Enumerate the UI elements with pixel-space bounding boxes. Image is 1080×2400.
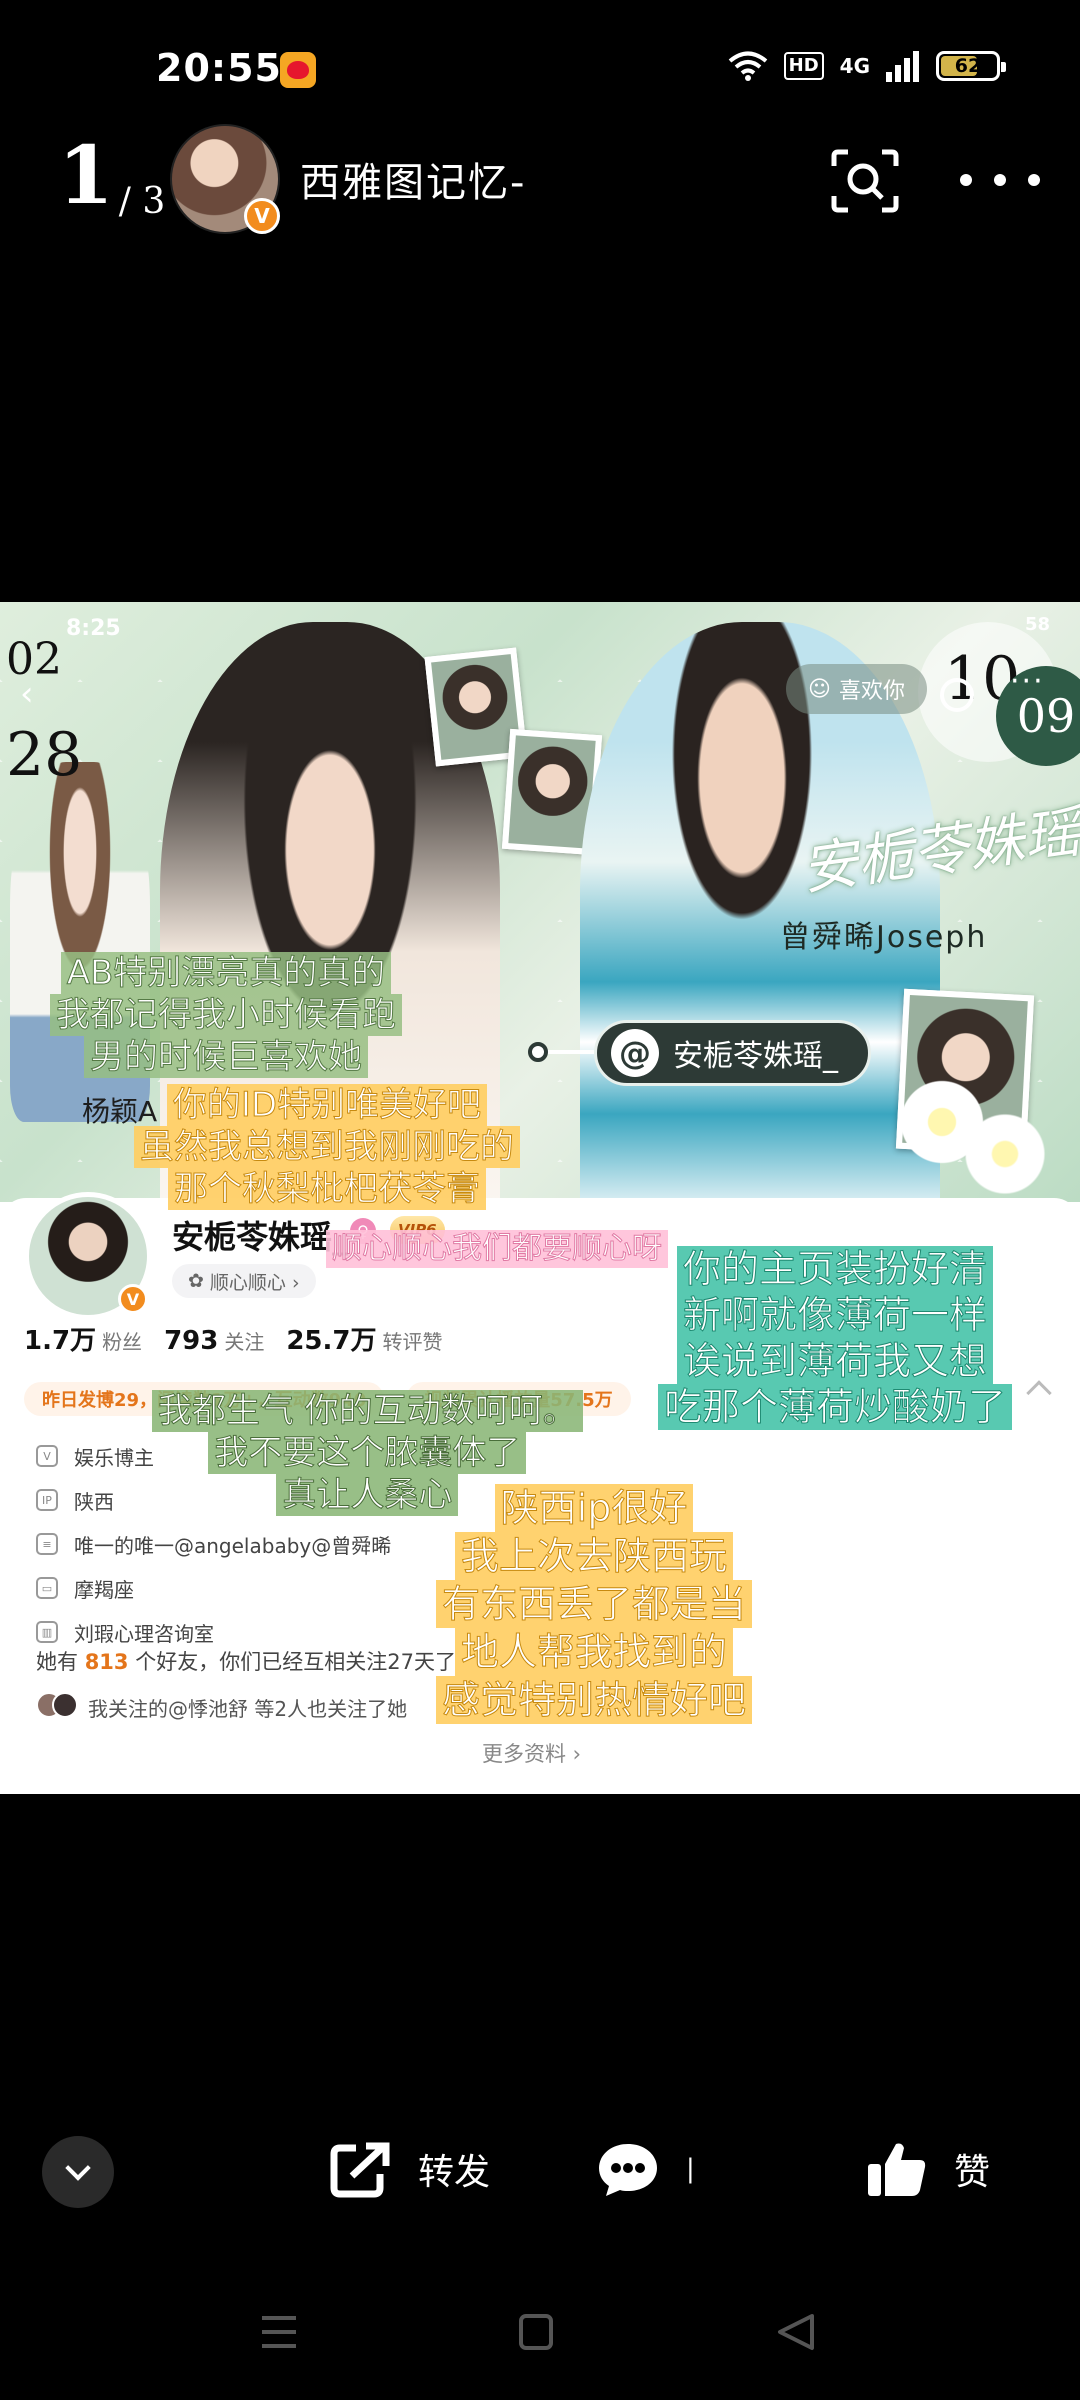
profile-sub-tag: ✿ 顺心顺心 › [172, 1264, 316, 1298]
mutual-follow-line: 我关注的@悸池舒 等2人也关注了她 [36, 1692, 407, 1723]
status-bar: 20:55 HD 4G 62 [0, 0, 1080, 140]
stat-fans: 1.7万 粉丝 [24, 1326, 143, 1356]
banner-time: 8:25 [66, 616, 121, 641]
status-time: 20:55 [156, 46, 282, 90]
image-search-icon[interactable] [830, 148, 900, 214]
banner-back-icon: ‹ [20, 674, 34, 714]
at-icon: @ [611, 1029, 659, 1077]
stat-engagement: 25.7万 转评赞 [286, 1326, 443, 1356]
calendar-icon: ▭ [36, 1577, 58, 1599]
ip-icon: IP [36, 1489, 58, 1511]
menu-nav-icon[interactable] [260, 2312, 298, 2352]
hd-badge: HD [783, 52, 824, 80]
profile-name: 安栀苓姝瑶_ [172, 1218, 349, 1256]
image-viewer-screen: 20:55 HD 4G 62 1 / 3 V 西雅图记忆- 8:25 58 02… [0, 0, 1080, 2400]
comment-button[interactable]: | [596, 2140, 695, 2198]
caption-shaanxi: 陕西ip很好 我上次去陕西玩 有东西丢了都是当 地人帮我找到的 感觉特别热情好吧 [436, 1484, 753, 1724]
banner-more-icon: ··· [1010, 664, 1045, 699]
page-total: / 3 [118, 181, 166, 222]
more-options-icon[interactable] [960, 160, 1040, 200]
post-image[interactable]: 8:25 58 02 ‹ 28 10 ☺ 喜欢你 09 ··· 安栀苓姝瑶 曾舜… [0, 602, 1080, 1794]
comment-label: | [686, 2154, 695, 2184]
collapse-button[interactable] [42, 2136, 114, 2208]
home-nav-icon[interactable] [518, 2312, 554, 2352]
banner-date-month: 02 [6, 634, 62, 685]
page-counter: 1 / 3 [58, 128, 165, 222]
info-row: ▭ 摩羯座 [36, 1566, 391, 1610]
clover-icon: ✿ [188, 1270, 204, 1292]
repost-label: 转发 [418, 2152, 491, 2193]
info-row: ≡ 唯一的唯一@angelababy@曾舜晞 [36, 1522, 391, 1566]
banner-handle-pill: @ 安栀苓姝瑶_ [594, 1020, 871, 1086]
mutual-avatars [36, 1692, 78, 1723]
comment-icon [599, 2144, 657, 2196]
thumbs-up-icon [868, 2143, 926, 2196]
like-label: 赞 [954, 2152, 991, 2193]
status-icons: HD 4G 62 [728, 50, 1006, 82]
banner-status-battery: 58 [1024, 614, 1050, 635]
caption-teal: 你的主页装扮好清 新啊就像薄荷一样 诶说到薄荷我又想 吃那个薄荷炒酸奶了 [658, 1246, 1013, 1430]
caption-pink: 顺心顺心我们都要顺心呀 [326, 1230, 668, 1268]
chevron-down-icon [65, 2155, 91, 2181]
network-type: 4G [839, 54, 870, 78]
banner-search-icon [940, 678, 974, 712]
chevron-up-icon [1026, 1380, 1052, 1406]
verified-shield-icon: V [36, 1445, 58, 1467]
verified-badge-icon: V [244, 198, 280, 234]
page-current: 1 [58, 128, 114, 222]
battery-icon: 62 [936, 51, 1006, 81]
back-nav-icon[interactable] [776, 2312, 816, 2352]
like-you-button: ☺ 喜欢你 [786, 664, 927, 714]
weibo-notification-icon [280, 52, 316, 88]
system-navigation-bar [0, 2290, 1080, 2380]
smile-icon: ☺ [808, 676, 831, 702]
like-button[interactable]: 赞 [866, 2140, 990, 2198]
profile-stats: 1.7万 粉丝 793 关注 25.7万 转评赞 [24, 1320, 443, 1357]
banner-handle-text: 安栀苓姝瑶_ [673, 1039, 838, 1074]
bottom-toolbar: 转发 | 赞 [0, 2130, 1080, 2230]
caption-ab: AB特别漂亮真的真的 我都记得我小时候看跑 男的时候巨喜欢她 [50, 952, 402, 1078]
document-icon: ≡ [36, 1533, 58, 1555]
signal-bars-icon [886, 51, 919, 82]
profile-verified-icon: V [118, 1284, 148, 1314]
wifi-icon [728, 51, 767, 81]
banner-date-day: 28 [6, 720, 83, 790]
battery-level: 62 [954, 55, 982, 77]
more-info-link: 更多资料 › [482, 1742, 582, 1766]
building-icon: ▥ [36, 1621, 58, 1643]
share-icon [330, 2142, 390, 2198]
author-username[interactable]: 西雅图记忆- [300, 150, 526, 208]
banner-flowers [870, 1042, 1050, 1202]
like-you-label: 喜欢你 [838, 679, 905, 704]
repost-button[interactable]: 转发 [330, 2140, 490, 2198]
stat-following: 793 关注 [164, 1326, 265, 1356]
banner-subtitle: 曾舜晞Joseph [780, 920, 988, 955]
caption-id: 你的ID特别唯美好吧 虽然我总想到我刚刚吃的 那个秋梨枇杷茯苓膏 [134, 1084, 520, 1210]
friends-line: 她有 813 个好友，你们已经互相关注27天了 [36, 1650, 456, 1674]
